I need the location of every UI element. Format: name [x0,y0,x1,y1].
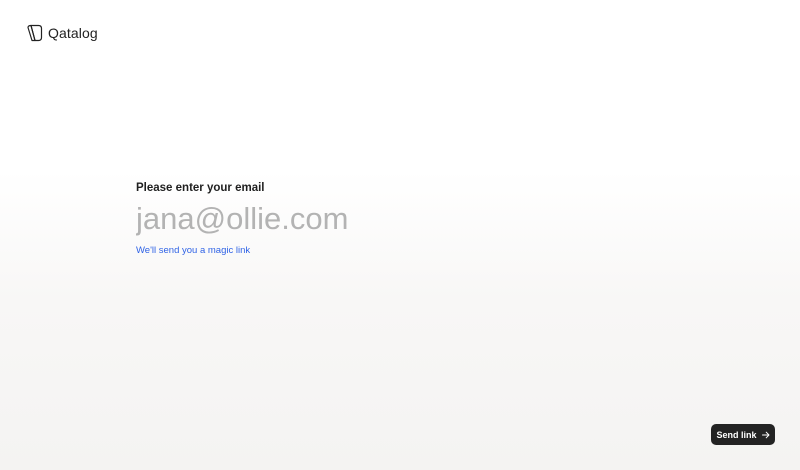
brand: Qatalog [26,24,98,42]
email-input[interactable] [136,199,616,239]
send-link-button[interactable]: Send link [711,424,775,445]
magic-link-note: We'll send you a magic link [136,245,251,256]
arrow-right-icon [761,431,769,438]
email-form: Please enter your email We'll send you a… [136,181,656,258]
qatalog-logo-icon [27,24,43,42]
brand-name: Qatalog [48,25,98,41]
send-link-label: Send link [716,429,757,440]
email-prompt: Please enter your email [136,182,265,194]
